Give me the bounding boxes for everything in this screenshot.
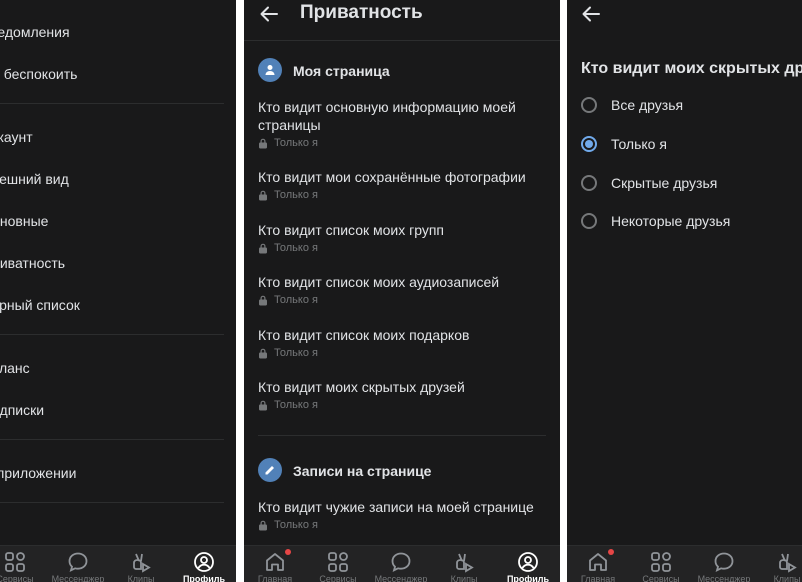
lock-icon bbox=[258, 295, 268, 306]
notification-badge bbox=[608, 549, 614, 555]
option-hidden-friends[interactable]: Скрытые друзья bbox=[581, 175, 717, 191]
menu-item-appearance[interactable]: Внешний вид bbox=[0, 171, 87, 187]
chat-bubble-icon bbox=[391, 552, 411, 572]
privacy-row-basic-info[interactable]: Кто видит основную информацию моей стран… bbox=[258, 98, 548, 150]
option-all-friends[interactable]: Все друзья bbox=[581, 97, 683, 113]
option-some-friends[interactable]: Некоторые друзья bbox=[581, 213, 730, 229]
lock-icon bbox=[258, 520, 268, 531]
nav-clips[interactable]: Клипы bbox=[111, 546, 171, 582]
nav-services[interactable]: Сервисы bbox=[308, 546, 368, 582]
lock-icon bbox=[258, 243, 268, 254]
privacy-row-saved-photos[interactable]: Кто видит мои сохранённые фотографии Тол… bbox=[258, 168, 548, 202]
services-icon bbox=[651, 552, 671, 572]
notification-badge bbox=[285, 549, 291, 555]
clips-icon bbox=[779, 553, 797, 573]
menu-item-blacklist[interactable]: Чёрный список bbox=[0, 297, 98, 313]
lock-icon bbox=[258, 400, 268, 411]
back-arrow-icon[interactable] bbox=[258, 3, 280, 25]
settings-menu-panel: Уведомления Не беспокоить Аккаунт Внешни… bbox=[0, 0, 236, 582]
section-divider bbox=[258, 435, 546, 436]
nav-profile[interactable]: Профиль bbox=[174, 546, 234, 582]
home-icon bbox=[589, 553, 607, 571]
profile-icon bbox=[518, 552, 538, 572]
divider bbox=[0, 439, 224, 440]
clips-icon bbox=[133, 553, 151, 573]
nav-services[interactable]: Сервисы bbox=[0, 546, 45, 582]
option-heading: Кто видит моих скрытых друзей bbox=[581, 60, 802, 77]
nav-messenger[interactable]: Мессенджер bbox=[371, 546, 431, 582]
lock-icon bbox=[258, 190, 268, 201]
divider bbox=[0, 334, 224, 335]
radio-button[interactable] bbox=[581, 213, 597, 229]
pencil-icon bbox=[258, 458, 282, 482]
bottom-nav: Сервисы Мессенджер Клипы Профиль bbox=[0, 545, 236, 582]
privacy-row-gifts[interactable]: Кто видит список моих подарков Только я bbox=[258, 326, 548, 360]
nav-messenger[interactable]: Мессенджер bbox=[694, 546, 754, 582]
menu-item-privacy[interactable]: Приватность bbox=[0, 255, 83, 271]
bottom-nav: Главная Сервисы Мессенджер Клипы Профиль bbox=[244, 545, 560, 582]
menu-item-account[interactable]: Аккаунт bbox=[0, 129, 51, 145]
section-title-wall-posts: Записи на странице bbox=[293, 463, 432, 479]
lock-icon bbox=[258, 138, 268, 149]
lock-icon bbox=[258, 348, 268, 359]
section-title-my-page: Моя страница bbox=[293, 63, 390, 79]
nav-messenger[interactable]: Мессенджер bbox=[48, 546, 108, 582]
menu-item-subscriptions[interactable]: Подписки bbox=[0, 402, 62, 418]
hidden-friends-panel: Кто видит моих скрытых друзей Все друзья… bbox=[567, 0, 802, 582]
user-icon bbox=[258, 58, 282, 82]
nav-home[interactable]: Главная bbox=[245, 546, 305, 582]
home-icon bbox=[266, 553, 284, 571]
nav-clips[interactable]: Клипы bbox=[434, 546, 494, 582]
chat-bubble-icon bbox=[68, 552, 88, 572]
nav-services[interactable]: Сервисы bbox=[631, 546, 691, 582]
services-icon bbox=[328, 552, 348, 572]
services-icon bbox=[5, 552, 25, 572]
radio-button[interactable] bbox=[581, 97, 597, 113]
privacy-row-hidden-friends[interactable]: Кто видит моих скрытых друзей Только я bbox=[258, 378, 548, 412]
profile-icon bbox=[194, 552, 214, 572]
radio-button-selected[interactable] bbox=[581, 136, 597, 152]
radio-button[interactable] bbox=[581, 175, 597, 191]
chat-bubble-icon bbox=[714, 552, 734, 572]
privacy-row-others-posts[interactable]: Кто видит чужие записи на моей странице … bbox=[258, 498, 548, 532]
nav-clips[interactable]: Клипы bbox=[757, 546, 802, 582]
nav-home[interactable]: Главная bbox=[568, 546, 628, 582]
privacy-row-groups[interactable]: Кто видит список моих групп Только я bbox=[258, 221, 548, 255]
menu-item-notifications[interactable]: Уведомления bbox=[0, 24, 88, 40]
option-only-me[interactable]: Только я bbox=[581, 136, 667, 152]
privacy-panel: Приватность Моя страница Кто видит основ… bbox=[244, 0, 560, 582]
back-arrow-icon[interactable] bbox=[580, 3, 602, 25]
divider bbox=[0, 103, 224, 104]
divider bbox=[0, 502, 224, 503]
nav-profile[interactable]: Профиль bbox=[498, 546, 558, 582]
header-divider bbox=[244, 40, 560, 41]
menu-item-do-not-disturb[interactable]: Не беспокоить bbox=[0, 66, 95, 82]
menu-item-about[interactable]: О приложении bbox=[0, 465, 94, 481]
privacy-row-audio[interactable]: Кто видит список моих аудиозаписей Тольк… bbox=[258, 273, 548, 307]
menu-item-general[interactable]: Основные bbox=[0, 213, 66, 229]
page-title: Приватность bbox=[300, 2, 423, 23]
bottom-nav: Главная Сервисы Мессенджер Клипы bbox=[567, 545, 802, 582]
clips-icon bbox=[456, 553, 474, 573]
menu-item-balance[interactable]: Баланс bbox=[0, 360, 48, 376]
